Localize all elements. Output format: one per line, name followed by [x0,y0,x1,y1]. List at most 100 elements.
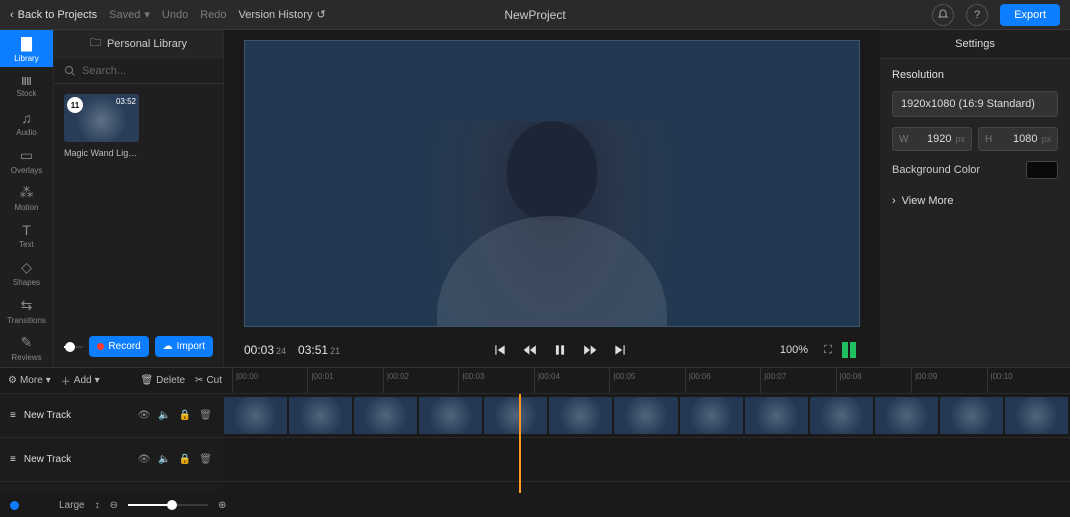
track-header[interactable]: ≡ New Track 👁 🔈 🔒 🗑 [0,438,222,482]
settings-panel: Settings Resolution 1920x1080 (16:9 Stan… [880,30,1070,367]
tool-stock[interactable]: Stock [0,67,53,104]
timeline-zoom-slider[interactable] [128,504,208,506]
timeline-clip[interactable] [940,397,1003,434]
timeline: ⚙More▾ ＋Add▾ 🗑Delete ✂Cut |00:00 |00:01 … [0,367,1070,517]
version-history-button[interactable]: Version History ↺ [238,8,325,21]
shapes-icon: ◇ [21,259,32,276]
notifications-icon[interactable] [932,4,954,26]
visibility-icon[interactable]: 👁 [138,454,151,465]
timeline-clip[interactable] [810,397,873,434]
updown-icon[interactable]: ↕ [95,500,100,511]
timeline-more-button[interactable]: ⚙More▾ [8,375,51,386]
height-field[interactable]: H 1080 px [978,127,1058,151]
saved-menu-caret[interactable]: ▾ [144,8,150,21]
tool-reviews[interactable]: ✎Reviews [0,330,53,367]
trash-icon: 🗑 [140,375,153,386]
tool-library[interactable]: ▇Library [0,30,53,67]
timeline-clip[interactable] [614,397,677,434]
track-header[interactable]: ≡ New Track 👁 🔈 🔒 🗑 [0,394,222,438]
timeline-clip[interactable] [354,397,417,434]
plus-icon: ＋ [61,373,71,388]
import-button[interactable]: ☁Import [155,336,213,357]
library-folder-button[interactable]: 🗀 Personal Library [54,30,223,58]
timeline-delete-button[interactable]: 🗑Delete [140,375,185,386]
zoom-level[interactable]: 100% [780,344,808,356]
folder-icon: ▇ [21,35,32,52]
back-label: Back to Projects [18,9,97,21]
zoom-in-button[interactable]: ⊕ [218,500,226,511]
resolution-select[interactable]: 1920x1080 (16:9 Standard) [892,91,1058,117]
view-more-button[interactable]: › View More [892,195,1058,207]
tool-audio[interactable]: ♫Audio [0,105,53,142]
lock-icon[interactable]: 🔒 [179,410,191,421]
timeline-ruler[interactable]: |00:00 |00:01 |00:02 |00:03 |00:04 |00:0… [232,368,1062,393]
timeline-clip[interactable] [745,397,808,434]
playhead[interactable] [519,394,521,493]
tool-shapes[interactable]: ◇Shapes [0,255,53,292]
track-delete-icon[interactable]: 🗑 [199,454,212,465]
clip-duration: 03:52 [116,97,136,106]
skip-start-button[interactable] [492,343,508,357]
background-color-swatch[interactable] [1026,161,1058,179]
back-to-projects-button[interactable]: ‹ Back to Projects [10,9,97,21]
visibility-icon[interactable]: 👁 [138,410,151,421]
clip-name: Magic Wand Light... [64,148,139,158]
track-lane[interactable] [222,394,1070,438]
timeline-add-button[interactable]: ＋Add▾ [61,373,100,388]
timeline-clip[interactable] [289,397,352,434]
undo-button[interactable]: Undo [162,9,188,21]
lock-icon[interactable]: 🔒 [179,454,191,465]
reviews-icon: ✎ [21,334,33,351]
settings-title: Settings [880,30,1070,59]
track-lane[interactable] [222,438,1070,482]
library-clip[interactable]: 11 03:52 Magic Wand Light... [64,94,139,158]
library-search-input[interactable] [82,65,224,77]
tool-text[interactable]: TText [0,217,53,254]
fullscreen-button[interactable]: ⛶ [820,344,836,357]
pause-button[interactable] [552,343,568,357]
text-icon: T [22,222,31,238]
timeline-cut-button[interactable]: ✂Cut [195,375,222,386]
tool-overlays[interactable]: ▭Overlays [0,142,53,179]
drag-handle-icon[interactable]: ≡ [10,410,16,421]
motion-icon: ⁂ [20,184,34,201]
export-button[interactable]: Export [1000,4,1060,26]
rewind-button[interactable] [522,343,538,357]
gear-icon: ⚙ [8,375,17,386]
library-slider[interactable] [64,346,83,348]
scissors-icon: ✂ [195,375,203,386]
help-icon[interactable]: ? [966,4,988,26]
chevron-left-icon: ‹ [10,9,14,21]
record-dot-icon [97,343,104,350]
timeline-clip[interactable] [549,397,612,434]
tool-transitions[interactable]: ⇆Transitions [0,292,53,329]
timeline-clip[interactable] [680,397,743,434]
track-delete-icon[interactable]: 🗑 [199,410,212,421]
folder-icon: 🗀 [90,34,101,53]
width-field[interactable]: W 1920 px [892,127,972,151]
mute-icon[interactable]: 🔈 [158,410,170,421]
tool-rail: ▇Library Stock ♫Audio ▭Overlays ⁂Motion … [0,30,54,367]
project-title: NewProject [360,8,710,22]
current-time: 00:0324 [244,343,286,357]
zoom-out-button[interactable]: ⊖ [110,500,118,511]
caret-down-icon: ▾ [95,375,100,386]
tool-motion[interactable]: ⁂Motion [0,180,53,217]
timeline-clip[interactable] [875,397,938,434]
cloud-upload-icon: ☁ [163,341,173,352]
preview-viewport[interactable] [244,40,860,327]
transitions-icon: ⇆ [21,297,33,314]
timeline-clip[interactable] [224,397,287,434]
skip-end-button[interactable] [612,343,628,357]
redo-button[interactable]: Redo [200,9,226,21]
timeline-clip[interactable] [484,397,547,434]
timeline-clip[interactable] [419,397,482,434]
timeline-clip[interactable] [1005,397,1068,434]
timeline-marker-icon[interactable] [10,501,19,510]
record-button[interactable]: Record [89,336,148,357]
mute-icon[interactable]: 🔈 [158,454,170,465]
forward-button[interactable] [582,343,598,357]
timeline-zoom-label: Large [59,500,85,511]
background-color-label: Background Color [892,164,980,176]
drag-handle-icon[interactable]: ≡ [10,454,16,465]
